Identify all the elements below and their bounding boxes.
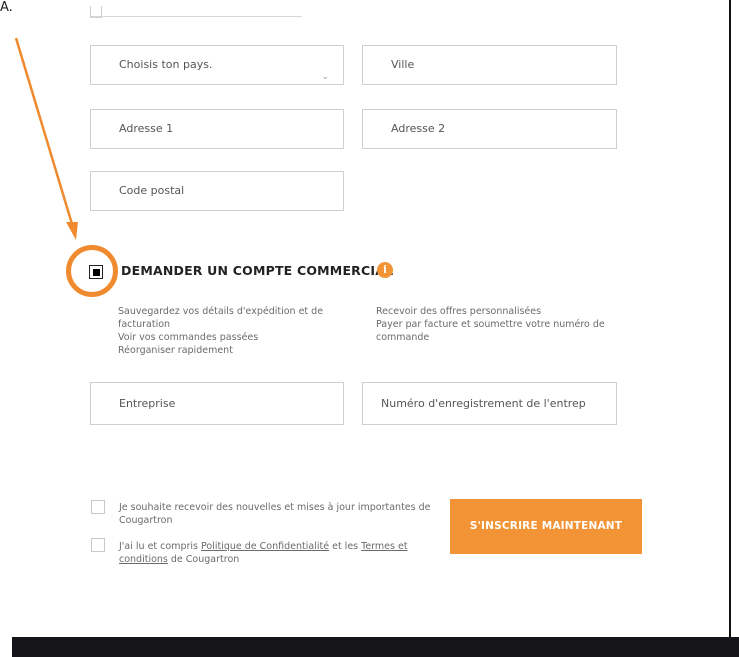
arrow-line (14, 37, 74, 225)
arrow-head (66, 222, 78, 240)
annotation-arrow (14, 37, 78, 240)
